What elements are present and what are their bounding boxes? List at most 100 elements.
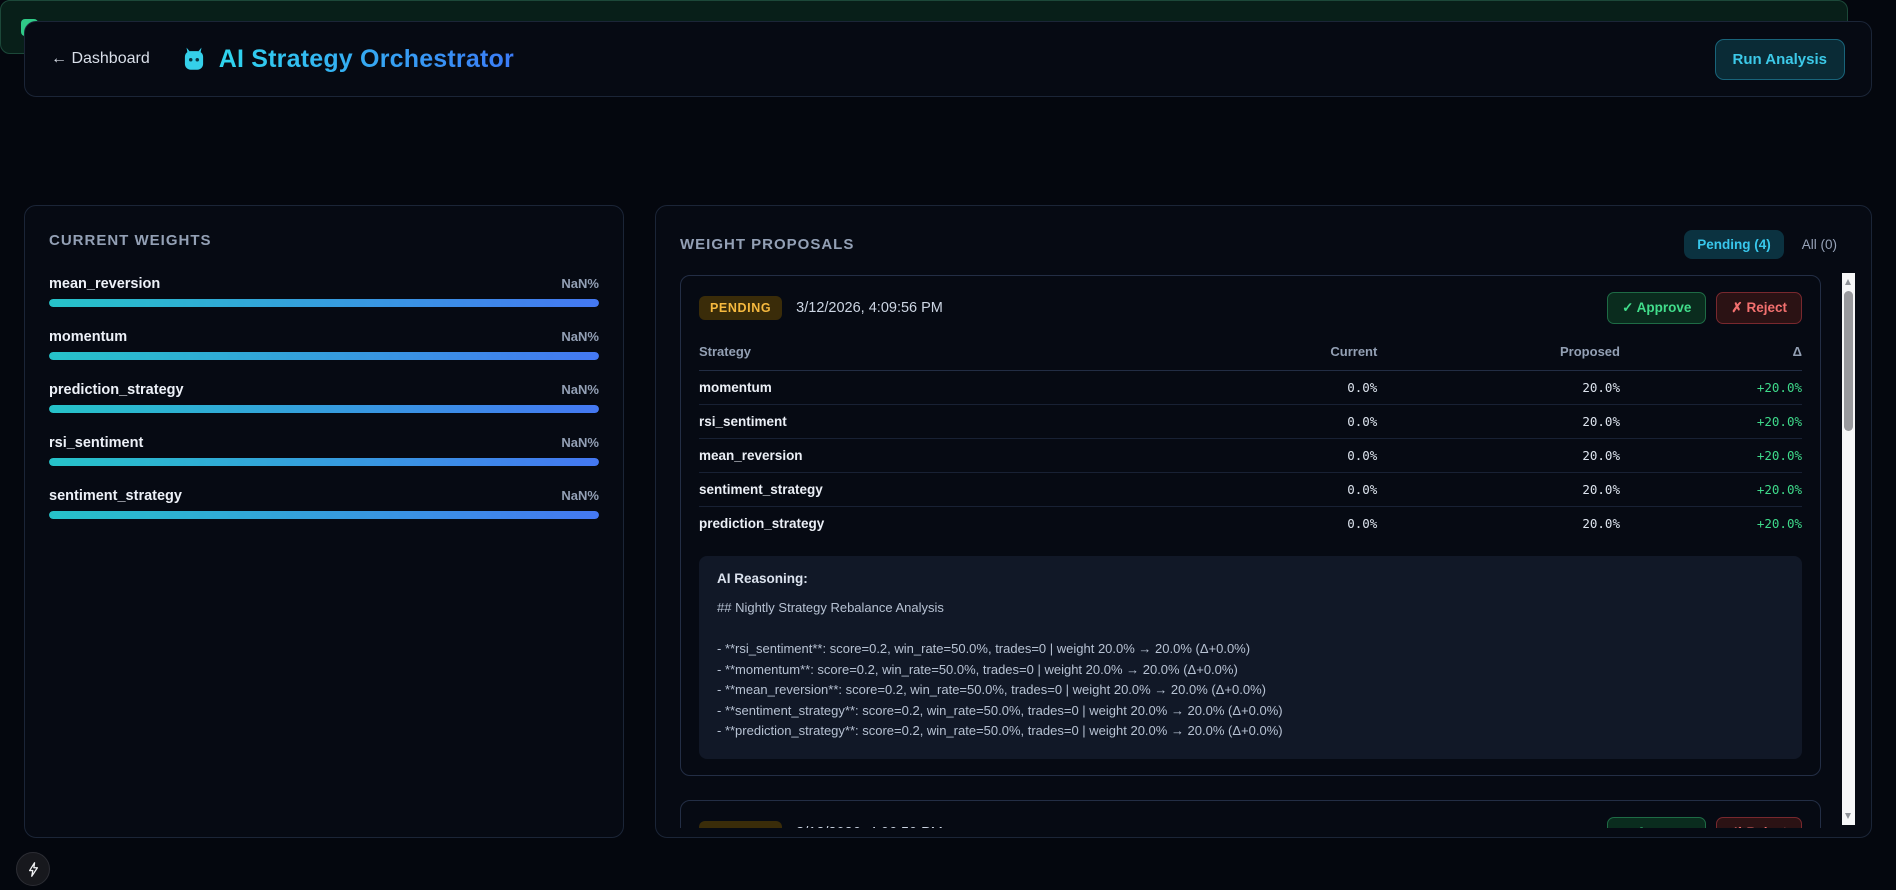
weight-value: NaN%	[561, 488, 599, 503]
back-to-dashboard-link[interactable]: ← Dashboard	[51, 50, 150, 68]
strategy-name: rsi_sentiment	[49, 435, 143, 451]
strategy-name: momentum	[49, 329, 127, 345]
proposals-tabs: Pending (4) All (0)	[1684, 230, 1839, 259]
col-header-current: Current	[1140, 336, 1377, 371]
col-header-delta: Δ	[1620, 336, 1802, 371]
brand: AI Strategy Orchestrator	[180, 45, 514, 74]
proposal-timestamp: 3/12/2026, 4:06:50 PM	[796, 825, 943, 829]
cell-strategy: mean_reversion	[699, 439, 1140, 473]
proposal-table-body: momentum0.0%20.0%+20.0%rsi_sentiment0.0%…	[699, 371, 1802, 541]
weights-list: mean_reversionNaN%momentumNaN%prediction…	[49, 276, 599, 519]
col-header-strategy: Strategy	[699, 336, 1140, 371]
proposal-card-header: PENDING 3/12/2026, 4:09:56 PM ✓ Approve …	[699, 292, 1802, 324]
proposal-card: PENDING 3/12/2026, 4:09:56 PM ✓ Approve …	[680, 275, 1821, 776]
status-badge: PENDING	[699, 821, 782, 829]
table-row: momentum0.0%20.0%+20.0%	[699, 371, 1802, 405]
cell-strategy: sentiment_strategy	[699, 473, 1140, 507]
weight-value: NaN%	[561, 382, 599, 397]
reject-button[interactable]: ✗ Reject	[1716, 817, 1802, 829]
scrollbar-thumb[interactable]	[1844, 291, 1853, 431]
table-row: prediction_strategy0.0%20.0%+20.0%	[699, 507, 1802, 541]
scrollbar[interactable]	[1842, 273, 1855, 825]
cell-value: 0.0%	[1140, 473, 1377, 507]
proposal-card: PENDING 3/12/2026, 4:06:50 PM ✓ Approve …	[680, 800, 1821, 829]
weight-bar	[49, 511, 599, 519]
weight-bar	[49, 458, 599, 466]
reasoning-line: - **mean_reversion**: score=0.2, win_rat…	[717, 680, 1784, 701]
weight-row: mean_reversion NaN%	[49, 276, 599, 307]
ai-reasoning-box: AI Reasoning: ## Nightly Strategy Rebala…	[699, 556, 1802, 759]
weight-row: prediction_strategy NaN%	[49, 382, 599, 413]
proposals-scroll-area[interactable]: PENDING 3/12/2026, 4:09:56 PM ✓ Approve …	[680, 275, 1847, 828]
weight-row-labels: momentum NaN%	[49, 329, 599, 345]
approve-button[interactable]: ✓ Approve	[1607, 817, 1706, 829]
lightning-icon	[25, 861, 42, 878]
proposal-table: Strategy Current Proposed Δ momentum0.0%…	[699, 336, 1802, 540]
proposal-card-header: PENDING 3/12/2026, 4:06:50 PM ✓ Approve …	[699, 817, 1802, 829]
current-weights-panel: CURRENT WEIGHTS mean_reversionNaN%moment…	[24, 205, 624, 838]
cell-value: 0.0%	[1140, 439, 1377, 473]
weight-bar-track	[49, 458, 599, 466]
table-row: mean_reversion0.0%20.0%+20.0%	[699, 439, 1802, 473]
strategy-name: prediction_strategy	[49, 382, 184, 398]
weight-row-labels: rsi_sentiment NaN%	[49, 435, 599, 451]
weight-row: rsi_sentiment NaN%	[49, 435, 599, 466]
cell-value: 20.0%	[1377, 507, 1620, 541]
run-analysis-button[interactable]: Run Analysis	[1715, 39, 1845, 80]
reasoning-line: - **rsi_sentiment**: score=0.2, win_rate…	[717, 639, 1784, 660]
page-title: AI Strategy Orchestrator	[219, 45, 514, 74]
reasoning-line: - **sentiment_strategy**: score=0.2, win…	[717, 701, 1784, 722]
cell-value: 20.0%	[1377, 473, 1620, 507]
cell-strategy: prediction_strategy	[699, 507, 1140, 541]
cell-value: 20.0%	[1377, 439, 1620, 473]
cell-value: 0.0%	[1140, 507, 1377, 541]
weight-row: sentiment_strategy NaN%	[49, 488, 599, 519]
cell-delta: +20.0%	[1620, 371, 1802, 405]
reasoning-line: - **momentum**: score=0.2, win_rate=50.0…	[717, 660, 1784, 681]
cell-value: 0.0%	[1140, 371, 1377, 405]
weight-row-labels: prediction_strategy NaN%	[49, 382, 599, 398]
scrollbar-up-arrow-icon[interactable]	[1845, 279, 1851, 285]
cell-delta: +20.0%	[1620, 439, 1802, 473]
cell-value: 20.0%	[1377, 371, 1620, 405]
scrollbar-down-arrow-icon[interactable]	[1845, 813, 1851, 819]
weight-value: NaN%	[561, 276, 599, 291]
reasoning-line	[717, 619, 1784, 640]
proposal-timestamp: 3/12/2026, 4:09:56 PM	[796, 300, 943, 316]
robot-icon	[180, 45, 208, 73]
cell-value: 20.0%	[1377, 405, 1620, 439]
proposal-actions: ✓ Approve ✗ Reject	[1607, 292, 1802, 324]
weight-bar	[49, 299, 599, 307]
weight-bar	[49, 405, 599, 413]
approve-button[interactable]: ✓ Approve	[1607, 292, 1706, 324]
weight-bar	[49, 352, 599, 360]
dev-toolbar-button[interactable]	[16, 852, 50, 886]
weight-proposals-panel: WEIGHT PROPOSALS Pending (4) All (0) PEN…	[655, 205, 1872, 838]
proposal-actions: ✓ Approve ✗ Reject	[1607, 817, 1802, 829]
weight-proposals-heading: WEIGHT PROPOSALS	[680, 236, 854, 253]
tab-all[interactable]: All (0)	[1800, 230, 1839, 259]
cell-delta: +20.0%	[1620, 473, 1802, 507]
reject-button[interactable]: ✗ Reject	[1716, 292, 1802, 324]
weight-row-labels: mean_reversion NaN%	[49, 276, 599, 292]
cell-delta: +20.0%	[1620, 405, 1802, 439]
app-header: ← Dashboard AI Strategy Orchestrator Run…	[24, 21, 1872, 97]
col-header-proposed: Proposed	[1377, 336, 1620, 371]
current-weights-heading: CURRENT WEIGHTS	[49, 232, 599, 249]
strategy-name: mean_reversion	[49, 276, 160, 292]
weight-value: NaN%	[561, 329, 599, 344]
weight-value: NaN%	[561, 435, 599, 450]
proposals-header: WEIGHT PROPOSALS Pending (4) All (0)	[680, 230, 1847, 259]
weight-bar-track	[49, 352, 599, 360]
cell-strategy: rsi_sentiment	[699, 405, 1140, 439]
weight-bar-track	[49, 405, 599, 413]
weight-bar-track	[49, 299, 599, 307]
strategy-name: sentiment_strategy	[49, 488, 182, 504]
weight-bar-track	[49, 511, 599, 519]
status-badge: PENDING	[699, 296, 782, 320]
reasoning-line: ## Nightly Strategy Rebalance Analysis	[717, 598, 1784, 619]
tab-pending[interactable]: Pending (4)	[1684, 230, 1784, 259]
weight-row: momentum NaN%	[49, 329, 599, 360]
reasoning-line: - **prediction_strategy**: score=0.2, wi…	[717, 721, 1784, 742]
cell-strategy: momentum	[699, 371, 1140, 405]
